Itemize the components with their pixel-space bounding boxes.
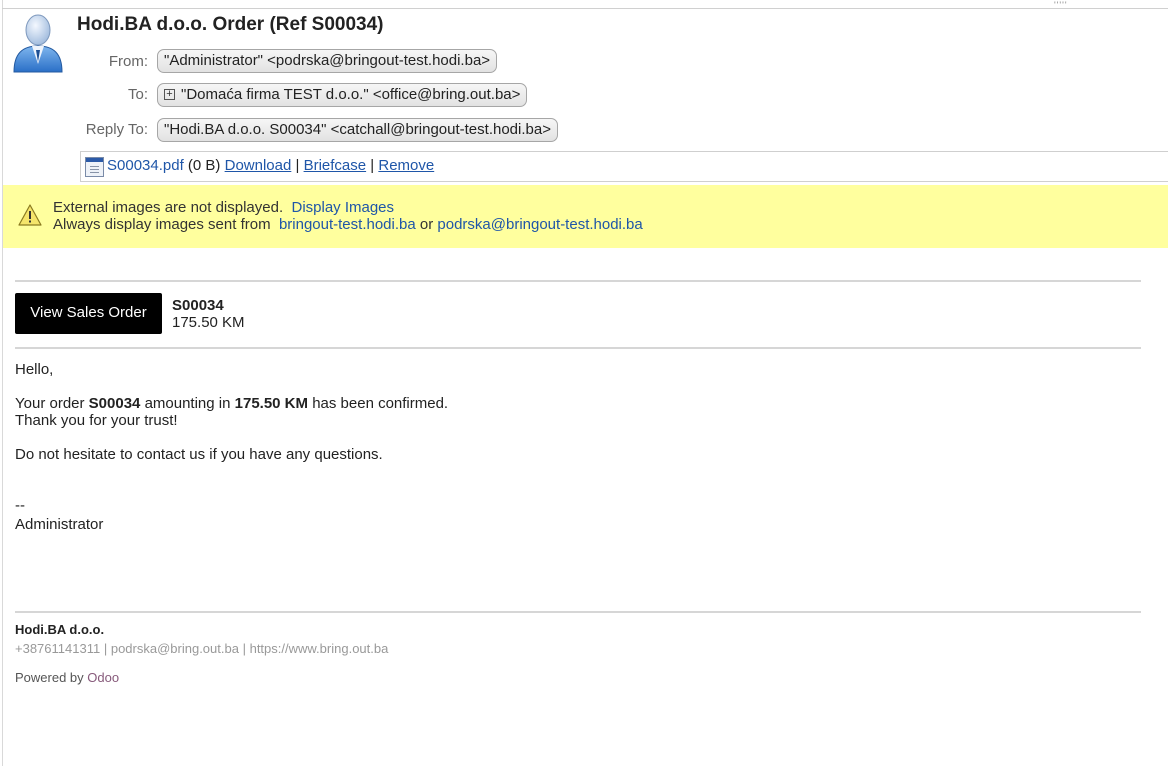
download-link[interactable]: Download [225, 157, 292, 174]
separator: | [295, 157, 300, 174]
view-sales-order-button[interactable]: View Sales Order [15, 293, 162, 334]
banner-line-2: Always display images sent from bringout… [53, 216, 643, 233]
attachment-size: (0 B) [187, 157, 221, 174]
message-subject: Hodi.BA d.o.o. Order (Ref S00034) [77, 14, 384, 35]
footer-phone: +38761141311 [15, 641, 101, 656]
attachment-bar: S00034.pdf (0 B) Download | Briefcase | … [80, 151, 1168, 182]
remove-link[interactable]: Remove [378, 157, 434, 174]
document-icon [85, 157, 104, 177]
to-address-text: "Domaća firma TEST d.o.o." <office@bring… [181, 86, 521, 103]
odoo-link[interactable]: Odoo [87, 670, 119, 685]
footer-contact: +38761141311 | podrska@bring.out.ba | ht… [15, 641, 388, 656]
signature-dash: -- [15, 497, 25, 514]
separator: | [242, 641, 246, 656]
powered-by-text: Powered by [15, 670, 84, 685]
amount-bold: 175.50 KM [234, 395, 309, 412]
separator: | [103, 641, 108, 656]
divider [15, 611, 1141, 613]
footer-website[interactable]: https://www.bring.out.ba [250, 641, 389, 656]
footer-company: Hodi.BA d.o.o. [15, 622, 105, 637]
banner-line-1: External images are not displayed. Displ… [53, 199, 394, 216]
greeting: Hello, [15, 361, 54, 378]
footer-email[interactable]: podrska@bring.out.ba [111, 641, 239, 656]
images-not-displayed-text: External images are not displayed. [53, 199, 284, 216]
reply-to-address-pill[interactable]: "Hodi.BA d.o.o. S00034" <catchall@bringo… [157, 118, 558, 142]
reply-to-label: Reply To: [85, 121, 148, 138]
signature-name: Administrator [15, 516, 104, 533]
to-address-pill[interactable]: + "Domaća firma TEST d.o.o." <office@brin… [157, 83, 528, 107]
plus-box-icon[interactable]: + [164, 89, 175, 100]
text: has been confirmed. [312, 395, 449, 412]
always-display-text: Always display images sent from [53, 216, 271, 233]
attachment-row: S00034.pdf (0 B) Download | Briefcase | … [107, 152, 434, 180]
order-amount: 175.50 KM [172, 314, 245, 331]
attachment-file-link[interactable]: S00034.pdf [107, 157, 184, 174]
always-email-link[interactable]: podrska@bringout-test.hodi.ba [437, 216, 642, 233]
user-avatar-icon [13, 14, 63, 73]
separator: | [370, 157, 375, 174]
confirmation-line: Your order S00034 amounting in 175.50 KM… [15, 395, 448, 412]
text: Your order [15, 395, 85, 412]
always-domain-link[interactable]: bringout-test.hodi.ba [279, 216, 416, 233]
order-reference: S00034 [172, 297, 224, 314]
divider [15, 280, 1141, 282]
or-text: or [419, 216, 434, 233]
briefcase-link[interactable]: Briefcase [304, 157, 367, 174]
to-label: To: [127, 86, 148, 103]
contact-line: Do not hesitate to contact us if you hav… [15, 446, 383, 463]
thanks-line: Thank you for your trust! [15, 412, 178, 429]
display-images-link[interactable]: Display Images [291, 199, 394, 216]
from-address-pill[interactable]: "Administrator" <podrska@bringout-test.h… [157, 49, 498, 73]
text: amounting in [144, 395, 231, 412]
powered-by: Powered by Odoo [15, 670, 119, 685]
divider [15, 347, 1141, 349]
order-ref-bold: S00034 [88, 395, 141, 412]
resize-grip-icon[interactable]: ''''' [1054, 0, 1068, 10]
external-images-banner: External images are not displayed. Displ… [3, 185, 1168, 248]
warning-triangle-icon [18, 204, 42, 226]
top-divider [2, 8, 1168, 9]
from-label: From: [108, 53, 148, 70]
